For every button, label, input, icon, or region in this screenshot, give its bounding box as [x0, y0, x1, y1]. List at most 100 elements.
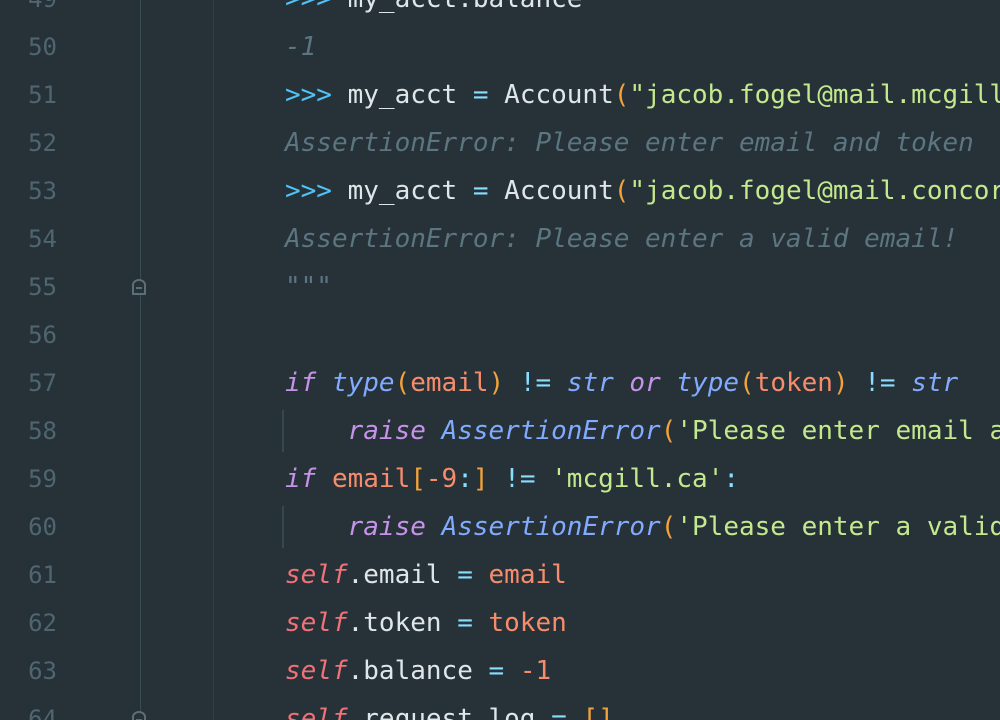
code-token: >>> — [285, 0, 348, 14]
line-number: 57 — [28, 369, 57, 397]
code-line[interactable]: 60 raise AssertionError('Please enter a … — [0, 503, 1000, 551]
line-number: 63 — [28, 657, 57, 685]
code-token: email — [331, 464, 411, 494]
code-token: raise — [347, 416, 426, 446]
line-number: 64 — [28, 705, 57, 720]
code-token: 'Please enter email and token' — [676, 416, 1000, 446]
code-text: >>> my_acct.balance — [285, 0, 582, 23]
code-line[interactable]: 61 self.email = email — [0, 551, 1000, 599]
code-token: .email — [347, 560, 458, 590]
code-token: """ — [285, 272, 332, 302]
code-line[interactable]: 49 >>> my_acct.balance — [0, 0, 1000, 23]
code-line[interactable]: 58 raise AssertionError('Please enter em… — [0, 407, 1000, 455]
line-number: 60 — [28, 513, 57, 541]
code-token: type — [331, 368, 395, 398]
fold-toggle-icon[interactable] — [132, 711, 146, 720]
indent-guide — [282, 410, 284, 452]
code-line[interactable]: 55 """ — [0, 263, 1000, 311]
code-token: my_acct — [347, 176, 473, 206]
code-token: : — [723, 464, 739, 494]
code-token: [] — [582, 704, 614, 720]
code-token: Account — [488, 80, 614, 110]
code-line[interactable]: 56 — [0, 311, 1000, 359]
code-token: raise — [347, 512, 426, 542]
code-token: .request_log — [347, 704, 552, 720]
code-text: self.token = token — [285, 599, 567, 647]
code-token: >>> — [285, 176, 348, 206]
code-token: AssertionError — [441, 512, 661, 542]
code-token: = — [457, 608, 473, 638]
code-editor[interactable]: 49>>> my_acct.balance50-151>>> my_acct =… — [0, 0, 1000, 720]
code-token: str — [566, 368, 614, 398]
code-text: if email[-9:] != 'mcgill.ca': — [285, 455, 739, 503]
fold-toggle-icon[interactable] — [132, 279, 146, 295]
code-token: my_acct.balance — [348, 0, 583, 14]
code-text: self.email = email — [285, 551, 567, 599]
code-text: """ — [285, 263, 332, 311]
code-token: or — [613, 368, 677, 398]
code-token: [ — [410, 464, 426, 494]
code-line[interactable]: 57 if type(email) != str or type(token) !… — [0, 359, 1000, 407]
code-token: AssertionError: Please enter email and t… — [285, 128, 974, 158]
code-token: token — [754, 368, 833, 398]
code-text: raise AssertionError('Please enter email… — [285, 407, 1000, 455]
code-token: type — [676, 368, 740, 398]
code-token: ) — [488, 368, 505, 398]
code-token: = — [457, 560, 473, 590]
code-token: if — [285, 368, 317, 398]
code-token: my_acct — [347, 80, 473, 110]
code-token: >>> — [285, 80, 348, 110]
line-number: 62 — [28, 609, 57, 637]
code-token: self — [285, 656, 348, 686]
code-token: ( — [613, 80, 630, 110]
code-line[interactable]: 50 -1 — [0, 23, 1000, 71]
code-token: 'Please enter a valid email!' — [676, 512, 1000, 542]
code-text: raise AssertionError('Please enter a val… — [285, 503, 1000, 551]
code-text: AssertionError: Please enter a valid ema… — [285, 215, 958, 263]
code-token: != — [488, 464, 552, 494]
code-token: AssertionError: Please enter a valid ema… — [285, 224, 959, 254]
code-token: "jacob.fogel@mail.concordia.ca" — [629, 176, 1000, 206]
code-token: -1 — [285, 32, 317, 62]
code-line[interactable]: 51 >>> my_acct = Account("jacob.fogel@mai… — [0, 71, 1000, 119]
code-text: -1 — [285, 23, 316, 71]
code-line[interactable]: 62 self.token = token — [0, 599, 1000, 647]
code-token: email — [488, 560, 567, 590]
code-token: .balance — [347, 656, 489, 686]
code-token: self — [285, 560, 348, 590]
code-token: != — [504, 368, 567, 398]
code-token: str — [911, 368, 959, 398]
code-line[interactable]: 54 AssertionError: Please enter a valid e… — [0, 215, 1000, 263]
code-line[interactable]: 52 AssertionError: Please enter email and… — [0, 119, 1000, 167]
line-number: 54 — [28, 225, 57, 253]
code-token: self — [285, 608, 348, 638]
code-line[interactable]: 53 >>> my_acct = Account("jacob.fogel@mai… — [0, 167, 1000, 215]
code-token: = — [488, 656, 505, 686]
code-token: ( — [739, 368, 755, 398]
code-token: self — [285, 704, 348, 720]
code-line[interactable]: 59 if email[-9:] != 'mcgill.ca': — [0, 455, 1000, 503]
code-token: Account — [488, 176, 614, 206]
code-token: AssertionError — [441, 416, 661, 446]
indent-guide — [282, 506, 284, 548]
line-number: 56 — [28, 321, 57, 349]
code-text: if type(email) != str or type(token) != … — [285, 359, 958, 407]
code-text: self.balance = -1 — [285, 647, 551, 695]
code-token: "jacob.fogel@mail.mcgill.ca" — [629, 80, 1000, 110]
code-line[interactable]: 64 self.request_log = [] — [0, 695, 1000, 720]
code-text: >>> my_acct = Account("jacob.fogel@mail.… — [285, 167, 1000, 215]
code-token: -1 — [519, 656, 552, 686]
code-token: -9 — [425, 464, 458, 494]
code-line[interactable]: 63 self.balance = -1 — [0, 647, 1000, 695]
code-token: 'mcgill.ca' — [551, 464, 724, 494]
code-text: AssertionError: Please enter email and t… — [285, 119, 974, 167]
line-number: 59 — [28, 465, 57, 493]
